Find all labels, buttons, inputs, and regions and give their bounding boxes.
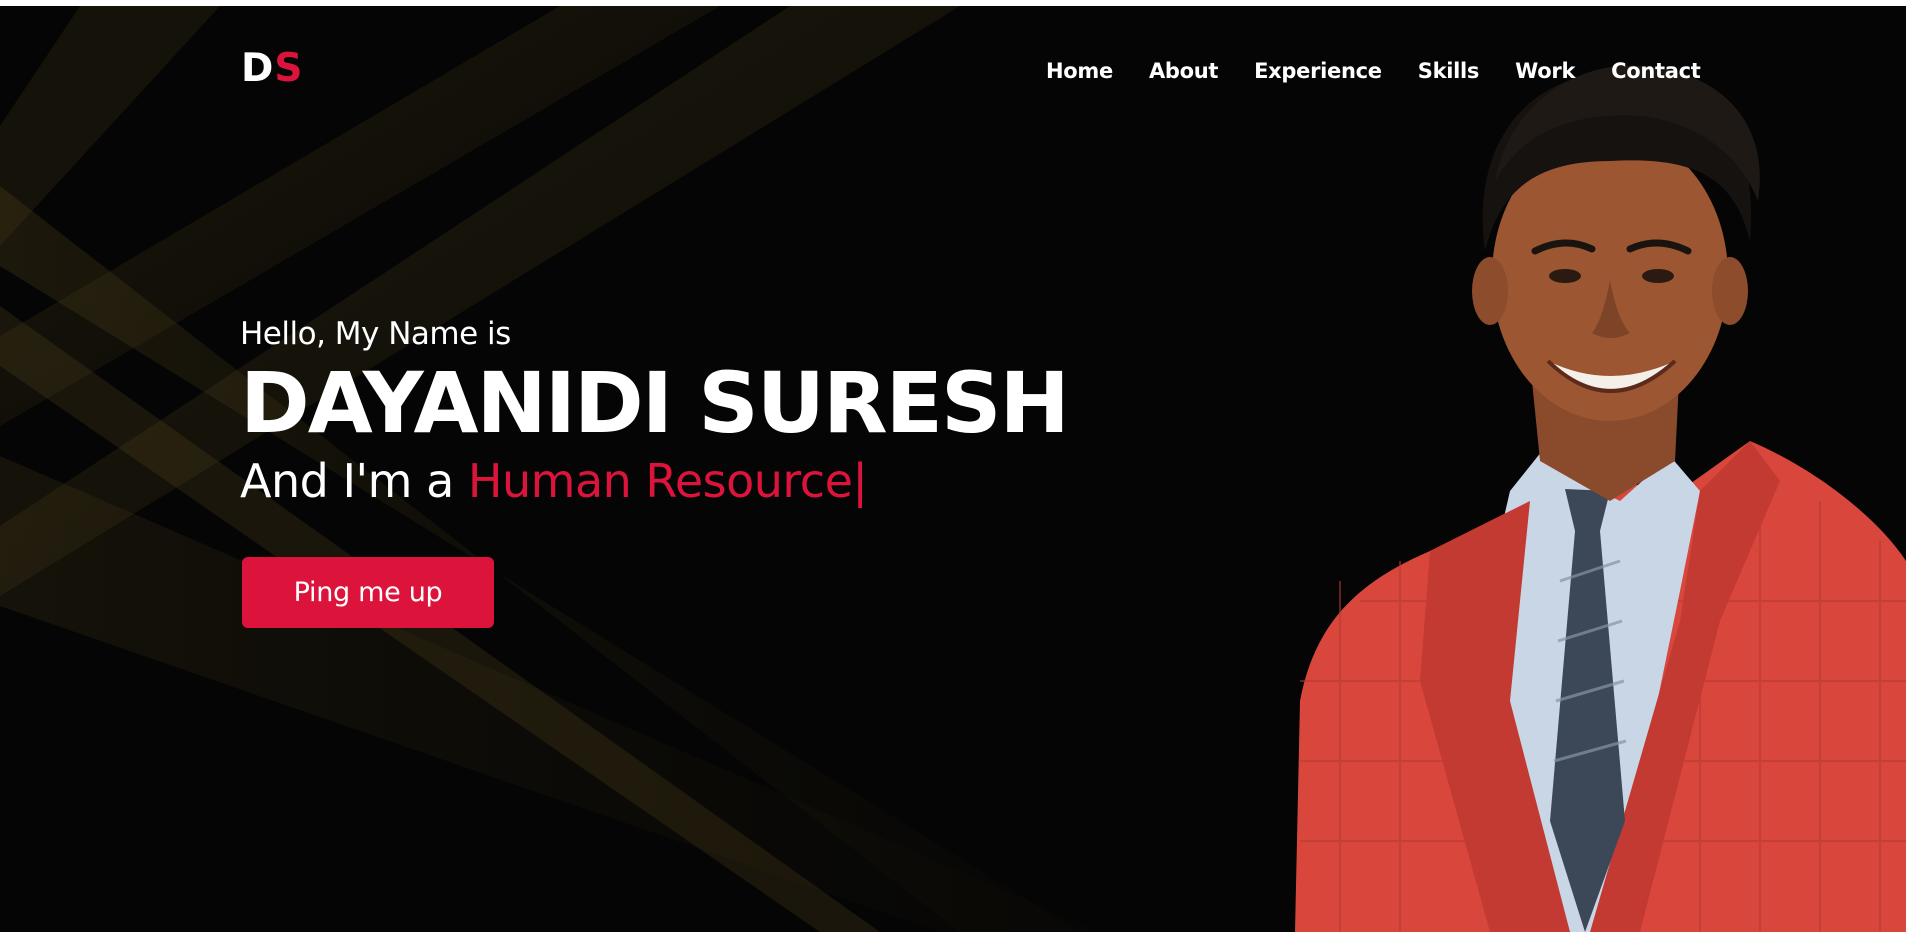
nav-link-experience[interactable]: Experience [1254, 59, 1382, 83]
logo[interactable]: DS [241, 49, 303, 88]
nav-item: Contact [1611, 59, 1701, 84]
nav-link-skills[interactable]: Skills [1418, 59, 1480, 83]
tagline-prefix: And I'm a [240, 453, 468, 508]
hero-section: DS Home About Experience Skills Work Con… [0, 6, 1906, 932]
nav-menu: Home About Experience Skills Work Contac… [1046, 59, 1701, 84]
ping-me-up-button[interactable]: Ping me up [242, 557, 494, 628]
logo-letter-d: D [241, 46, 275, 91]
nav-link-contact[interactable]: Contact [1611, 59, 1701, 83]
hero-tagline: And I'm a Human Resource| [240, 454, 1140, 509]
nav-link-work[interactable]: Work [1515, 59, 1575, 83]
logo-letter-s: S [274, 46, 304, 91]
typed-role: Human Resource [467, 453, 853, 508]
nav-item: Work [1515, 59, 1575, 84]
page: DS Home About Experience Skills Work Con… [0, 0, 1906, 932]
nav-link-about[interactable]: About [1149, 59, 1219, 83]
typing-cursor: | [852, 453, 868, 508]
navbar: DS Home About Experience Skills Work Con… [0, 6, 1906, 136]
nav-item: Experience [1254, 59, 1382, 84]
nav-item: About [1149, 59, 1219, 84]
profile-photo [1280, 61, 1906, 932]
hero-text: Hello, My Name is DAYANIDI SURESH And I'… [240, 316, 1140, 509]
nav-link-home[interactable]: Home [1046, 59, 1113, 83]
greeting-text: Hello, My Name is [240, 316, 511, 352]
nav-item: Home [1046, 59, 1113, 84]
nav-item: Skills [1418, 59, 1480, 84]
hero-name: DAYANIDI SURESH [240, 354, 1070, 453]
